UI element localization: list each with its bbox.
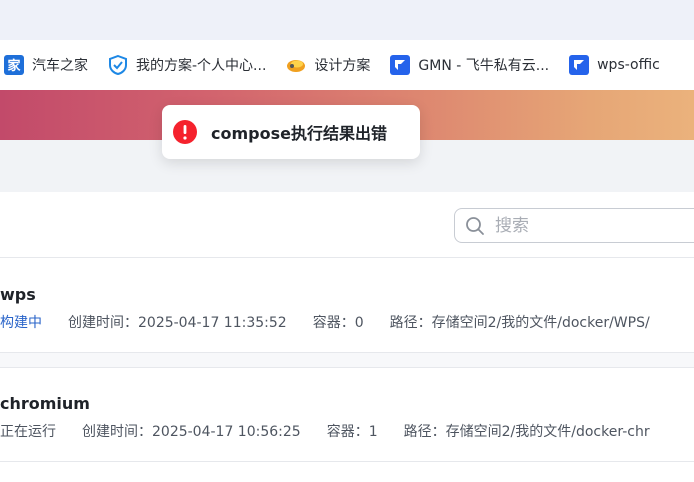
project-name: wps — [0, 285, 36, 304]
toolbar — [0, 192, 694, 258]
bookmarks-bar: 家 汽车之家 我的方案-个人中心... 设计方案 GMN - 飞牛私有云... … — [0, 40, 694, 90]
created-time: 创建时间：2025-04-17 10:56:25 — [82, 424, 301, 440]
search-input[interactable] — [495, 215, 675, 236]
design-icon — [286, 55, 306, 75]
error-toast: compose执行结果出错 — [162, 105, 420, 159]
bookmark-design[interactable]: 设计方案 — [286, 40, 390, 90]
container-count: 容器：1 — [326, 424, 378, 440]
shield-check-icon — [108, 55, 128, 75]
bookmark-label: wps-offic — [597, 57, 660, 73]
project-path: 路径：存储空间2/我的文件/docker-chr — [403, 424, 650, 440]
svg-text:家: 家 — [7, 58, 21, 74]
project-row-chromium[interactable]: chromium 正在运行 创建时间：2025-04-17 10:56:25 容… — [0, 368, 694, 462]
project-row-wps[interactable]: wps 构建中 创建时间：2025-04-17 11:35:52 容器：0 路径… — [0, 259, 694, 353]
status-badge: 正在运行 — [0, 424, 56, 440]
container-count: 容器：0 — [312, 315, 364, 331]
row-divider — [0, 353, 694, 368]
status-badge: 构建中 — [0, 315, 42, 331]
bookmark-gmn[interactable]: GMN - 飞牛私有云... — [390, 40, 569, 90]
browser-tab-strip — [0, 0, 694, 40]
project-meta: 正在运行 创建时间：2025-04-17 10:56:25 容器：1 路径：存储… — [0, 421, 676, 441]
project-meta: 构建中 创建时间：2025-04-17 11:35:52 容器：0 路径：存储空… — [0, 312, 676, 332]
bookmark-autohome[interactable]: 家 汽车之家 — [0, 40, 108, 90]
fnos-icon — [569, 55, 590, 75]
created-time: 创建时间：2025-04-17 11:35:52 — [68, 315, 287, 331]
search-box[interactable] — [454, 208, 694, 243]
fnos-icon — [390, 55, 411, 75]
autohome-icon: 家 — [4, 55, 24, 75]
bookmark-my-plan[interactable]: 我的方案-个人中心... — [108, 40, 286, 90]
search-icon — [465, 216, 485, 236]
bookmark-label: GMN - 飞牛私有云... — [418, 58, 550, 74]
bookmark-wps-office[interactable]: wps-offic — [569, 40, 680, 90]
bookmark-label: 设计方案 — [314, 58, 371, 74]
bookmark-label: 我的方案-个人中心... — [136, 58, 267, 74]
project-name: chromium — [0, 394, 90, 413]
error-circle-icon — [173, 120, 197, 144]
bookmark-label: 汽车之家 — [32, 58, 88, 74]
toast-message: compose执行结果出错 — [211, 124, 387, 143]
project-path: 路径：存储空间2/我的文件/docker/WPS/ — [389, 315, 650, 331]
